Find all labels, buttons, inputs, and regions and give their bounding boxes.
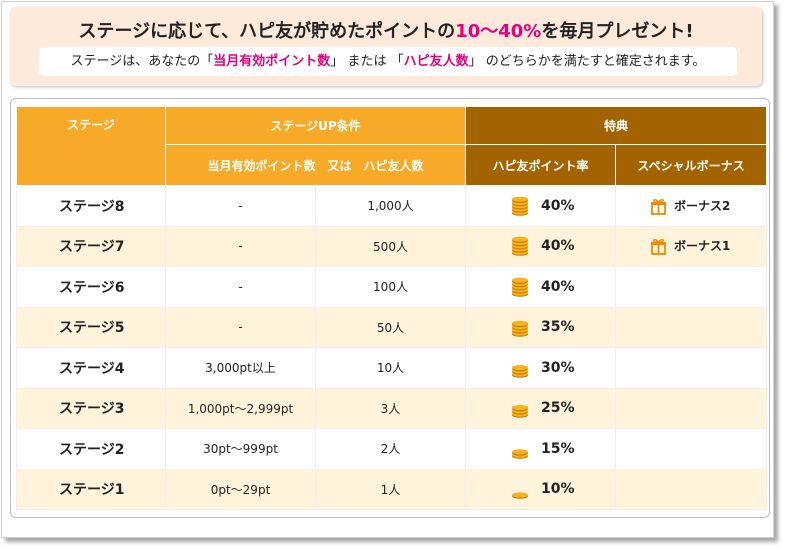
points-condition: - — [165, 306, 316, 348]
stage-name: ステージ7 — [16, 225, 166, 267]
stage-table-container: ステージ ステージUP条件 特典 当月有効ポイント数 又は ハピ友人数 ハピ友ポ… — [10, 98, 770, 518]
table-row: ステージ8-1,000人 40% ボーナス2 — [16, 185, 768, 227]
bonus-cell — [614, 387, 768, 429]
bonus-cell — [614, 347, 768, 389]
table-body: ステージ8-1,000人 40% ボーナス2 ステージ7-500人 40% ボーナス1 ステ… — [16, 185, 768, 510]
bonus-label: ボーナス2 — [674, 198, 731, 213]
stage-name: ステージ6 — [16, 266, 166, 308]
points-condition: - — [165, 266, 316, 308]
rate-cell: 10% — [465, 468, 616, 510]
subtitle-box: ステージは、あなたの「当月有効ポイント数」 または 「ハピ友人数」 のどちらかを… — [39, 47, 737, 76]
rate-cell: 40% — [465, 225, 616, 267]
stage-name: ステージ4 — [16, 347, 166, 389]
page-frame: ステージに応じて、ハピ友が貯めたポイントの10〜40%を毎月プレゼント! ステー… — [1, 1, 774, 538]
header-stage: ステージ — [16, 106, 166, 186]
bonus-cell — [614, 306, 768, 348]
stage-name: ステージ8 — [16, 185, 166, 227]
points-condition: - — [165, 185, 316, 227]
rate-value: 40% — [541, 197, 575, 214]
points-condition: 0pt〜29pt — [165, 468, 316, 510]
rate-cell: 40% — [465, 185, 616, 227]
rate-value: 25% — [541, 400, 575, 417]
coin-stack-icon — [509, 317, 531, 338]
bonus-cell — [614, 468, 768, 510]
friends-condition: 2人 — [315, 428, 466, 470]
coin-stack-icon — [509, 277, 531, 297]
friends-condition: 1,000人 — [315, 185, 466, 227]
table-row: ステージ6-100人 40% — [16, 266, 768, 308]
table-row: ステージ1 0pt〜29pt 1人 10% — [16, 468, 768, 510]
coin-stack-icon — [509, 398, 531, 419]
title-text-post: を毎月プレゼント! — [541, 21, 694, 42]
coin-stack-icon — [509, 236, 531, 257]
header-benefits: 特典 — [464, 106, 768, 145]
header-banner: ステージに応じて、ハピ友が貯めたポイントの10〜40%を毎月プレゼント! ステー… — [10, 7, 762, 86]
subtitle-highlight-points: 当月有効ポイント数 — [213, 54, 331, 69]
table-row: ステージ5-50人 35% — [16, 306, 768, 348]
rate-value: 35% — [541, 319, 575, 336]
rate-cell: 15% — [465, 428, 616, 470]
friends-condition: 10人 — [315, 347, 466, 389]
bonus-cell — [614, 428, 768, 470]
header-condition-sub: 当月有効ポイント数 又は ハピ友人数 — [165, 144, 466, 186]
stage-name: ステージ5 — [16, 306, 166, 348]
rate-value: 40% — [541, 278, 575, 295]
bonus-cell: ボーナス1 — [614, 225, 768, 267]
gift-icon — [650, 238, 667, 256]
points-condition: 3,000pt以上 — [165, 347, 316, 389]
rate-value: 15% — [541, 440, 575, 457]
page-title: ステージに応じて、ハピ友が貯めたポイントの10〜40%を毎月プレゼント! — [10, 17, 762, 43]
subtitle-highlight-friends: ハピ友人数 — [403, 54, 469, 69]
stage-name: ステージ2 — [16, 428, 166, 470]
subtitle-pre: ステージは、あなたの「 — [70, 54, 214, 69]
coin-stack-icon — [509, 479, 531, 500]
bonus-label: ボーナス1 — [674, 239, 731, 254]
subtitle-mid: 」 または 「 — [330, 54, 404, 69]
friends-condition: 500人 — [315, 225, 466, 267]
coin-stack-icon — [509, 358, 531, 378]
rate-cell: 25% — [465, 387, 616, 429]
points-condition: 30pt〜999pt — [165, 428, 316, 470]
stage-table: ステージ ステージUP条件 特典 当月有効ポイント数 又は ハピ友人数 ハピ友ポ… — [16, 106, 768, 510]
bonus-cell: ボーナス2 — [614, 185, 768, 227]
rate-value: 30% — [541, 359, 575, 376]
header-rate: ハピ友ポイント率 — [465, 144, 616, 186]
friends-condition: 100人 — [315, 266, 466, 308]
coin-stack-icon — [509, 196, 531, 216]
title-text-pre: ステージに応じて、ハピ友が貯めたポイントの — [78, 21, 456, 42]
rate-cell: 30% — [465, 347, 616, 389]
stage-name: ステージ3 — [16, 387, 166, 429]
friends-condition: 3人 — [315, 387, 466, 429]
header-bonus: スペシャルボーナス — [614, 144, 768, 186]
points-condition: 1,000pt〜2,999pt — [165, 387, 316, 429]
title-accent: 10〜40% — [455, 21, 542, 42]
bonus-cell — [614, 266, 768, 308]
subtitle-post: 」 のどちらかを満たすと確定されます。 — [468, 54, 706, 69]
points-condition: - — [165, 225, 316, 267]
rate-cell: 35% — [465, 306, 616, 348]
rate-value: 40% — [541, 238, 575, 255]
friends-condition: 1人 — [315, 468, 466, 510]
table-row: ステージ2 30pt〜999pt 2人 15% — [16, 428, 768, 470]
rate-value: 10% — [541, 481, 575, 498]
table-row: ステージ3 1,000pt〜2,999pt 3人 25% — [16, 387, 768, 429]
table-row: ステージ7-500人 40% ボーナス1 — [16, 225, 768, 267]
coin-stack-icon — [509, 439, 531, 459]
header-condition: ステージUP条件 — [165, 106, 466, 145]
table-row: ステージ4 3,000pt以上 10人 30% — [16, 347, 768, 389]
gift-icon — [650, 198, 667, 215]
rate-cell: 40% — [465, 266, 616, 308]
friends-condition: 50人 — [315, 306, 466, 348]
stage-name: ステージ1 — [16, 468, 166, 510]
